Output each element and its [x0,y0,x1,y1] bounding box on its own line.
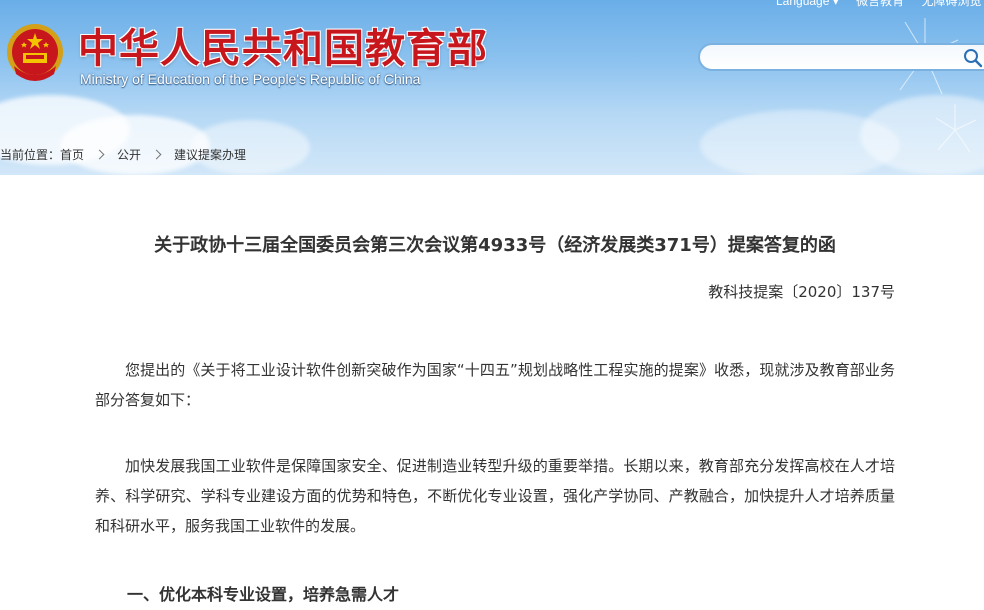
search-input[interactable] [712,48,956,68]
accessibility-link[interactable]: 无障碍浏览 [921,0,981,8]
search-icon[interactable] [962,47,984,69]
chevron-right-icon [94,149,105,159]
site-header: 中华人民共和国教育部 Ministry of Education of the … [0,0,984,175]
document-number: 教科技提案〔2020〕137号 [708,283,895,301]
language-link[interactable]: Language ▾ [776,0,839,8]
section-heading: 一、优化本科专业设置，培养急需人才 [127,585,400,604]
top-links: Language ▾ 微言教育 无障碍浏览 [776,0,984,9]
article-paragraph: 加快发展我国工业软件是保障国家安全、促进制造业转型升级的重要举措。长期以来，教育… [95,457,895,535]
site-title-chinese[interactable]: 中华人民共和国教育部 [78,16,488,74]
chevron-right-icon [151,149,162,159]
national-emblem-icon [7,24,63,81]
breadcrumb-proposals[interactable]: 建议提案办理 [174,146,246,163]
dandelion-decoration [935,104,977,153]
breadcrumb-home[interactable]: 首页 [60,146,84,163]
search-box [698,43,984,71]
weiyan-link[interactable]: 微言教育 [856,0,904,8]
breadcrumb: 当前位置： 首页 公开 建议提案办理 [0,145,246,163]
breadcrumb-public[interactable]: 公开 [117,146,141,163]
breadcrumb-label: 当前位置： [0,147,61,162]
site-title-english: Ministry of Education of the People's Re… [80,71,421,87]
article-title: 关于政协十三届全国委员会第三次会议第4933号（经济发展类371号）提案答复的函 [154,235,836,256]
article-paragraph: 您提出的《关于将工业设计软件创新突破作为国家“十四五”规划战略性工程实施的提案》… [95,361,895,409]
